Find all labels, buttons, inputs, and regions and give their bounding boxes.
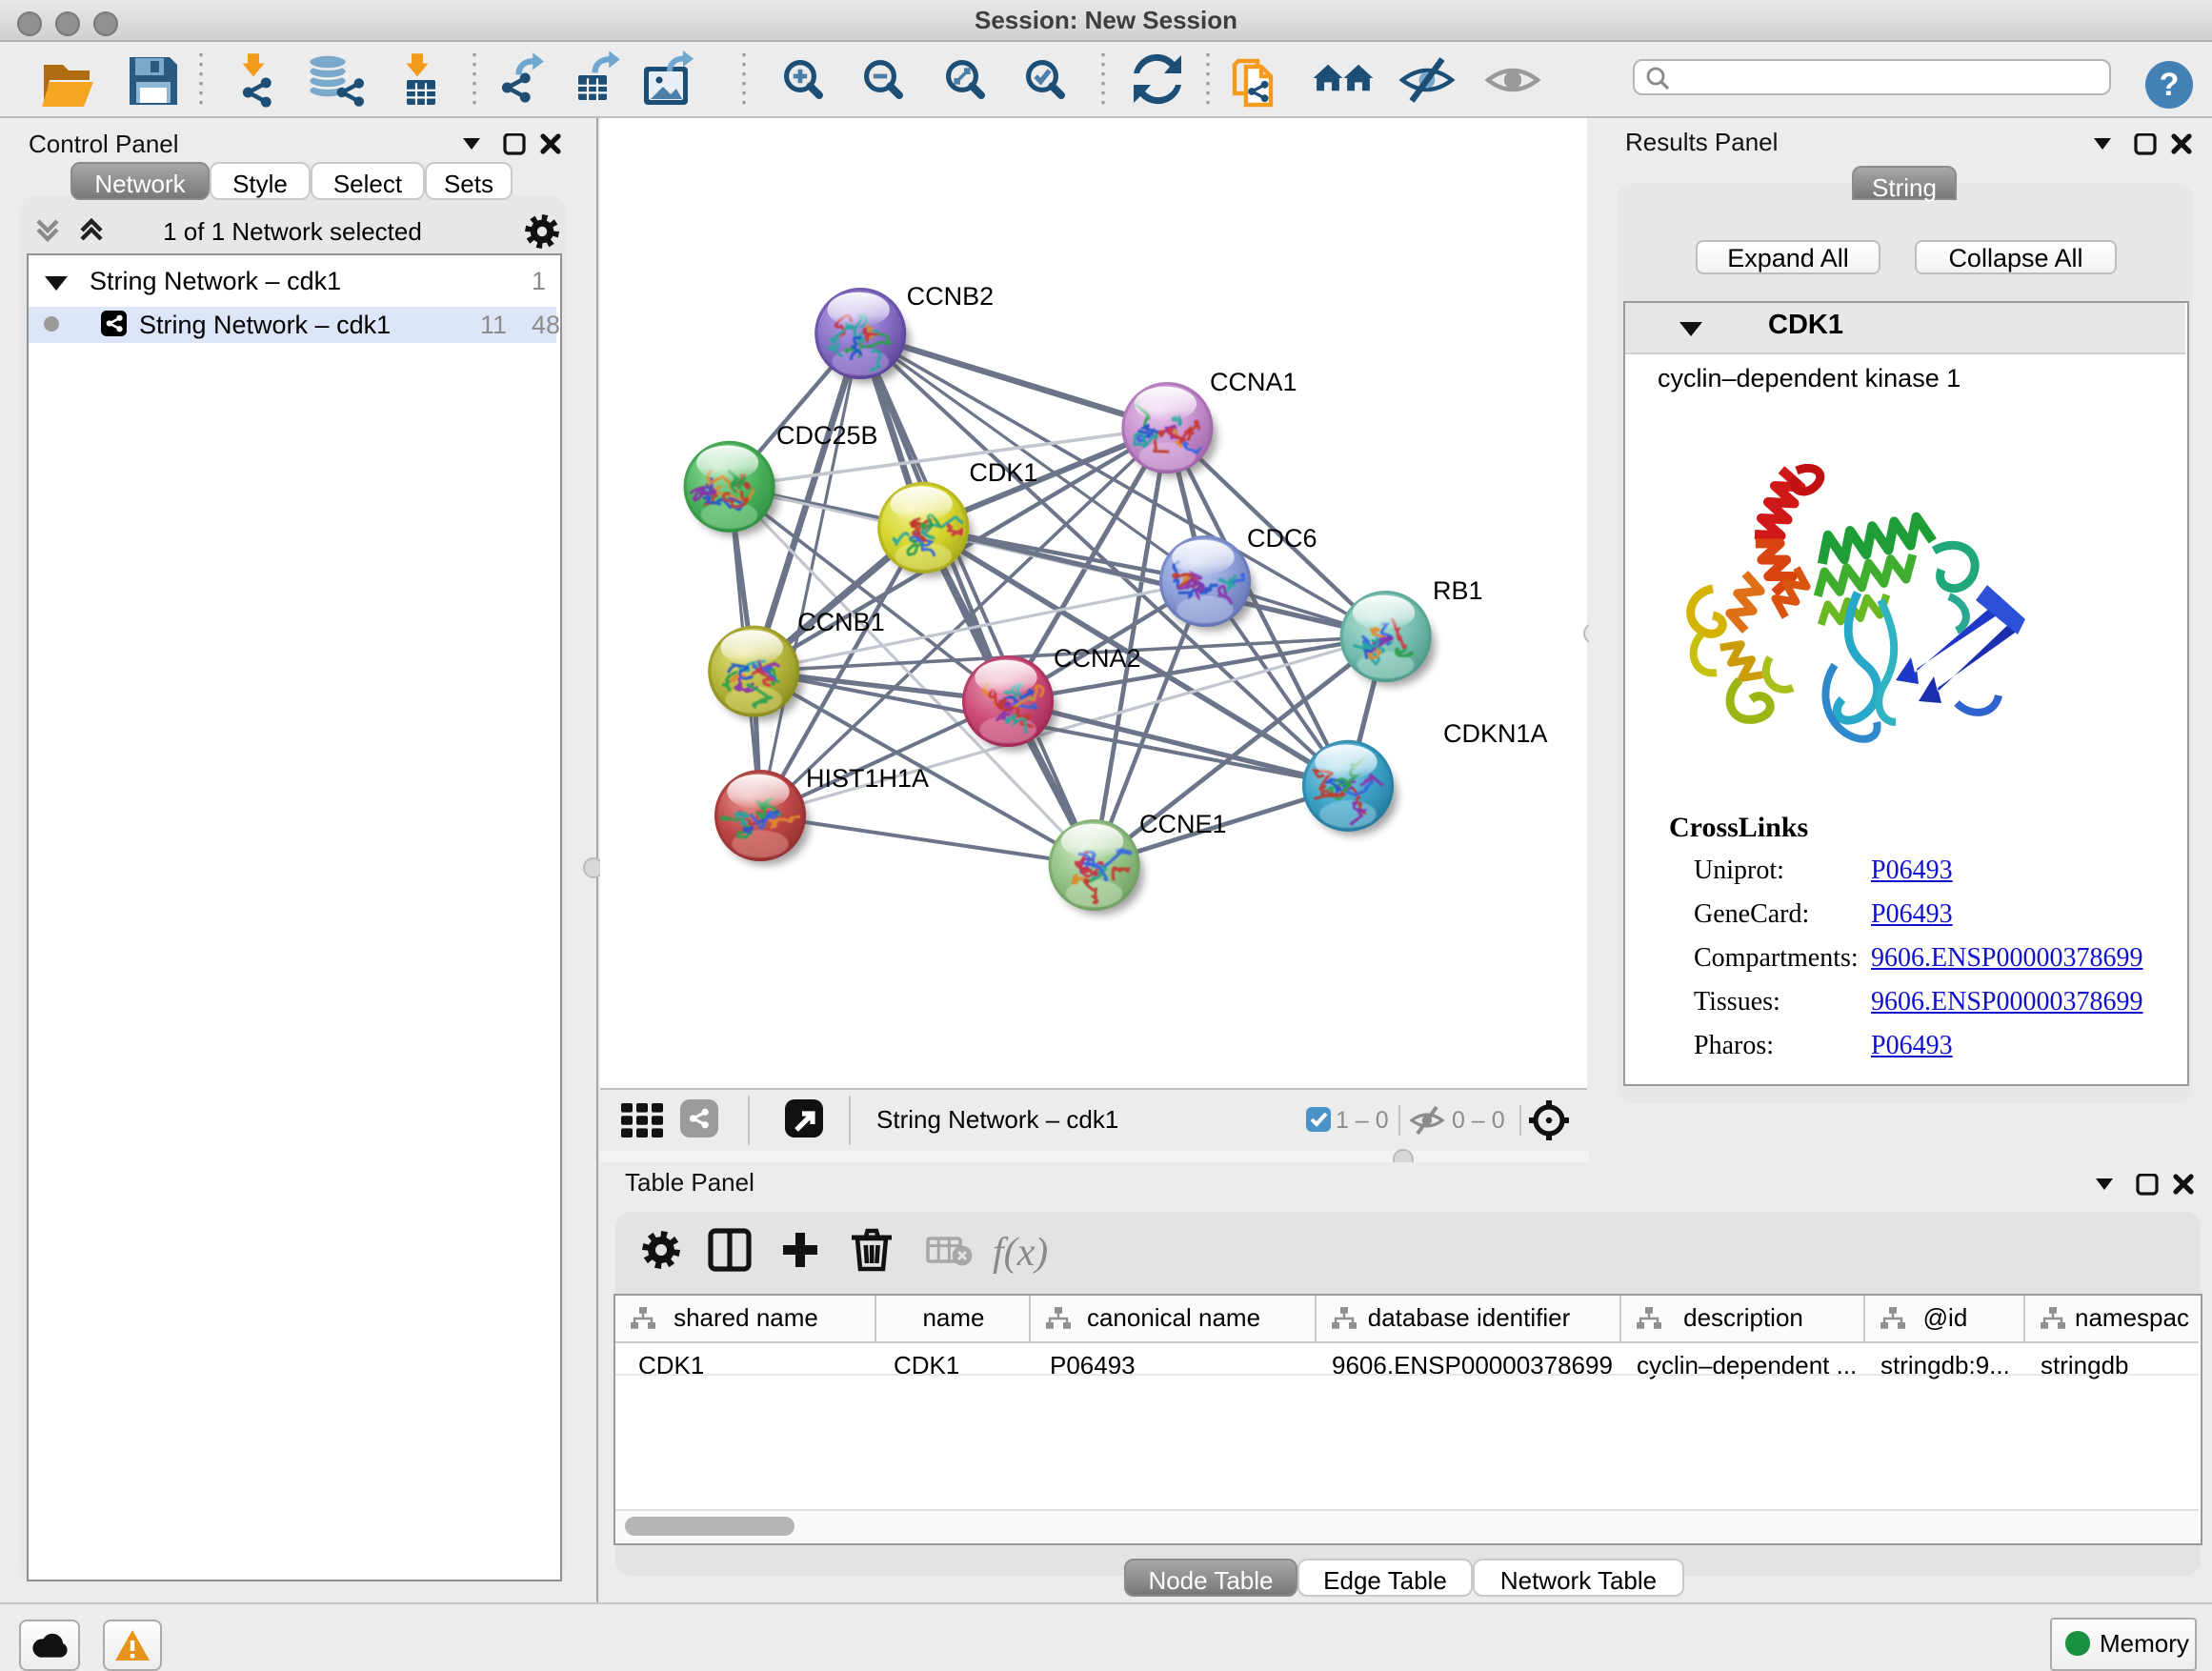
svg-text:1 – 0: 1 – 0 [1336, 1107, 1389, 1134]
svg-text:CDKN1A: CDKN1A [1443, 719, 1548, 748]
svg-text:CCNB1: CCNB1 [797, 608, 885, 636]
svg-text:CCNB2: CCNB2 [907, 282, 995, 311]
svg-text:CCNA1: CCNA1 [1210, 368, 1297, 396]
svg-text:HIST1H1A: HIST1H1A [806, 764, 929, 793]
svg-text:0 – 0: 0 – 0 [1452, 1107, 1505, 1134]
svg-text:CCNE1: CCNE1 [1139, 810, 1227, 838]
svg-text:RB1: RB1 [1433, 576, 1483, 605]
svg-text:CDC25B: CDC25B [776, 421, 878, 450]
svg-text:CDK1: CDK1 [969, 458, 1037, 487]
svg-text:CDC6: CDC6 [1247, 524, 1317, 553]
svg-text:CCNA2: CCNA2 [1054, 644, 1141, 673]
svg-text:f(x): f(x) [993, 1231, 1048, 1275]
